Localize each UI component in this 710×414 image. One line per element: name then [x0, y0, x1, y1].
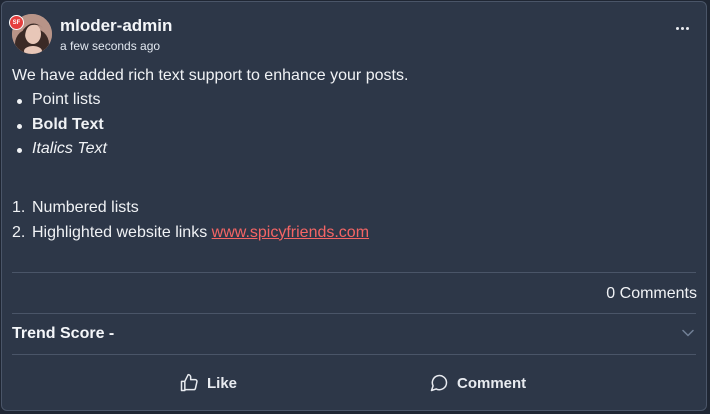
username[interactable]: mloder-admin	[60, 16, 172, 36]
divider	[12, 354, 696, 355]
post-timestamp: a few seconds ago	[60, 39, 161, 53]
numbered-item-text: Numbered lists	[32, 198, 139, 216]
more-dot	[685, 26, 689, 30]
chevron-down-icon	[682, 329, 694, 337]
like-label: Like	[207, 374, 238, 392]
more-horizontal-icon	[675, 26, 679, 30]
trend-score-label: Trend Score -	[12, 325, 115, 342]
numbered-item: 2. Highlighted website links www.spicyfri…	[12, 223, 696, 248]
thumbs-up-icon	[180, 373, 198, 392]
divider	[12, 272, 696, 273]
divider	[12, 313, 696, 314]
list-item-bold: Bold Text	[12, 115, 696, 140]
numbered-item-text: Highlighted website links	[32, 223, 212, 241]
numbered-item: 1. Numbered lists	[12, 198, 696, 223]
list-item-italic: Italics Text	[12, 139, 696, 164]
more-dot	[680, 26, 684, 30]
post-card: SF mloder-admin a few seconds ago We hav…	[1, 1, 707, 411]
comment-label: Comment	[457, 374, 527, 392]
like-button[interactable]: Like	[179, 372, 237, 394]
comments-count[interactable]: 0 Comments	[606, 285, 697, 303]
numbered-list: 1. Numbered lists 2. Highlighted website l…	[12, 198, 696, 248]
list-number: 1.	[12, 198, 26, 216]
list-number: 2.	[12, 223, 26, 241]
post-header: SF mloder-admin a few seconds ago	[9, 14, 696, 56]
more-options-button[interactable]	[668, 18, 696, 38]
post-body: We have added rich text support to enhan…	[12, 66, 696, 248]
comment-button[interactable]: Comment	[429, 372, 526, 394]
post-intro: We have added rich text support to enhan…	[12, 67, 409, 84]
list-item: Point lists	[12, 90, 696, 115]
comment-bubble-icon	[430, 374, 448, 392]
bullet-list: Point lists Bold Text Italics Text	[12, 90, 696, 164]
trend-score-toggle[interactable]: Trend Score -	[12, 320, 696, 348]
avatar-badge: SF	[9, 15, 24, 30]
website-link[interactable]: www.spicyfriends.com	[212, 224, 369, 241]
post-actions: Like Comment	[12, 362, 696, 402]
